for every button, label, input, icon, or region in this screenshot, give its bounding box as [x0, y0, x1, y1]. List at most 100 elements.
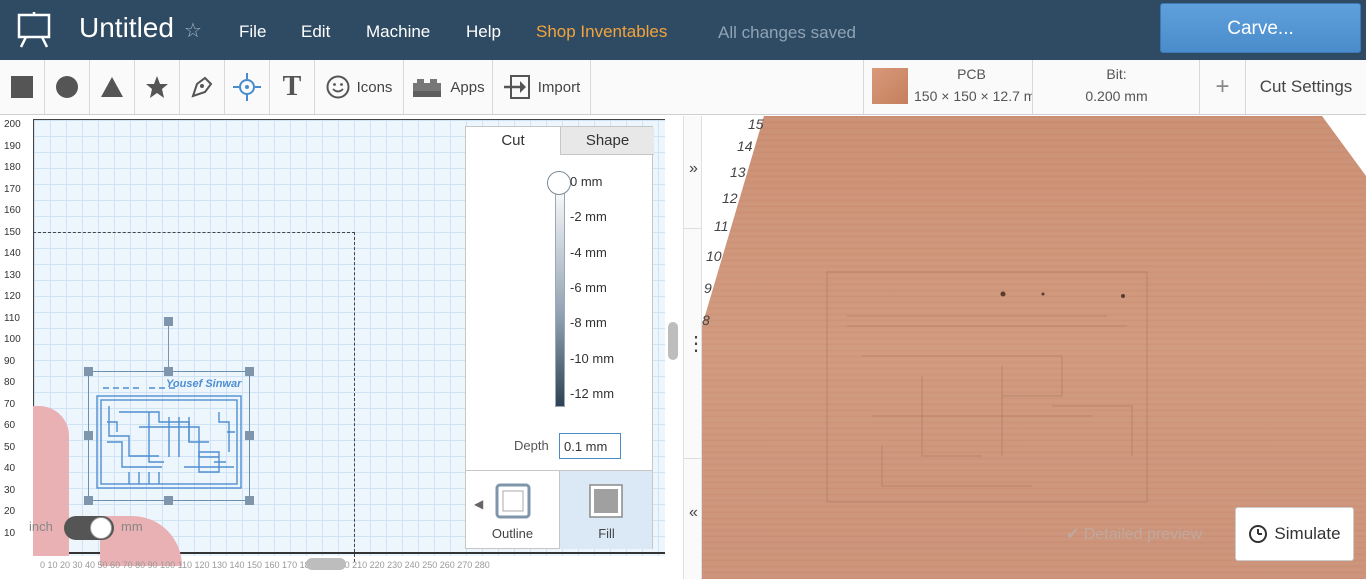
depth-tick: 0 mm: [570, 174, 603, 189]
outline-label: Outline: [491, 526, 534, 541]
ruler-tick: 180: [4, 162, 21, 173]
ruler-tick: 110: [4, 313, 20, 324]
ruler-tick: 100: [4, 334, 21, 345]
ruler-tick: 150: [4, 227, 21, 238]
square-tool[interactable]: [0, 60, 45, 114]
smiley-icon: [326, 75, 350, 99]
pcb-text-label: Yousef Sinwar: [166, 378, 242, 390]
unit-toggle[interactable]: [64, 516, 114, 540]
shape-toolbar: T Icons Apps Import PCB 150 × 150 × 12.7…: [0, 60, 1366, 115]
simulate-button[interactable]: Simulate: [1235, 507, 1354, 561]
resize-handle-s[interactable]: [164, 496, 173, 505]
collapse-preview-icon[interactable]: «: [686, 504, 701, 522]
ruler-tick: 70: [4, 399, 16, 410]
depth-tick: -10 mm: [570, 351, 615, 366]
resize-handle-n[interactable]: [164, 367, 173, 376]
detailed-preview-toggle[interactable]: ✔ Detailed preview: [1066, 524, 1202, 544]
preview-ruler-number: 13: [730, 164, 746, 180]
outline-mode-button[interactable]: Outline: [466, 471, 559, 549]
favorite-star-icon[interactable]: ☆: [184, 18, 202, 43]
pen-icon: [191, 76, 213, 98]
import-tool[interactable]: Import: [493, 60, 591, 114]
circle-tool[interactable]: [45, 60, 90, 114]
menu-help[interactable]: Help: [466, 22, 501, 42]
material-swatch: [872, 68, 908, 104]
icons-tool[interactable]: Icons: [315, 60, 404, 114]
ruler-tick: 80: [4, 377, 16, 388]
expand-preview-icon[interactable]: »: [686, 160, 701, 178]
circle-icon: [56, 76, 78, 98]
depth-input[interactable]: [559, 433, 621, 459]
shop-inventables-link[interactable]: Shop Inventables: [536, 22, 667, 42]
resize-handle-se[interactable]: [245, 496, 254, 505]
divider-line: [684, 228, 701, 229]
preview-ruler-number: 11: [714, 218, 729, 234]
easel-logo-icon[interactable]: [16, 12, 52, 48]
depth-tick: -6 mm: [570, 280, 607, 295]
cut-panel: Cut Shape 0 mm -2 mm -4 mm -6 mm -8 mm -…: [465, 126, 654, 549]
resize-handle-nw[interactable]: [84, 367, 93, 376]
material-name: PCB: [957, 66, 986, 82]
pen-tool[interactable]: [180, 60, 225, 114]
ruler-tick: 20: [4, 506, 16, 517]
menu-file[interactable]: File: [239, 22, 266, 42]
rotation-stem: [168, 322, 169, 372]
depth-tick: -4 mm: [570, 245, 607, 260]
point-tool[interactable]: [225, 60, 270, 114]
depth-slider-track[interactable]: [555, 182, 565, 407]
apps-tool[interactable]: Apps: [404, 60, 493, 114]
outline-icon: [495, 483, 530, 519]
ruler-tick: 130: [4, 270, 21, 281]
apps-tool-label: Apps: [450, 78, 485, 96]
lego-brick-icon: [413, 79, 442, 97]
material-selector[interactable]: PCB 150 × 150 × 12.7 mm: [863, 60, 1033, 114]
simulate-label: Simulate: [1274, 524, 1341, 543]
divider-line: [684, 458, 701, 459]
resize-handle-ne[interactable]: [245, 367, 254, 376]
fill-mode-button[interactable]: Fill: [559, 471, 652, 549]
clock-icon: [1249, 525, 1268, 543]
preview-ruler-number: 8: [702, 312, 710, 328]
resize-handle-e[interactable]: [245, 431, 254, 440]
design-canvas[interactable]: 200 190 180 170 160 150 140 130 120 110 …: [0, 116, 683, 579]
carve-button[interactable]: Carve...: [1160, 3, 1361, 53]
preview-ruler-number: 9: [704, 280, 712, 296]
project-title[interactable]: Untitled: [79, 12, 174, 44]
depth-slider-handle[interactable]: [547, 171, 571, 195]
preview-ruler-number: 14: [737, 138, 753, 154]
resize-handle-sw[interactable]: [84, 496, 93, 505]
crosshair-icon: [233, 73, 261, 101]
import-icon: [503, 75, 530, 99]
star-icon: [146, 76, 168, 98]
save-status: All changes saved: [718, 23, 856, 42]
toggle-knob[interactable]: [90, 517, 112, 539]
bit-selector[interactable]: Bit: 0.200 mm: [1033, 60, 1200, 114]
panel-divider[interactable]: » ⋮ «: [683, 116, 706, 579]
rotate-handle[interactable]: [164, 317, 173, 326]
resize-handle-w[interactable]: [84, 431, 93, 440]
drag-handle-icon[interactable]: ⋮: [686, 331, 706, 356]
menu-edit[interactable]: Edit: [301, 22, 330, 42]
tab-cut[interactable]: Cut: [466, 127, 560, 155]
menu-machine[interactable]: Machine: [366, 22, 430, 42]
depth-label: Depth: [514, 438, 549, 453]
fill-icon: [589, 484, 623, 518]
top-bar: Untitled ☆ File Edit Machine Help Shop I…: [0, 0, 1366, 60]
ruler-tick: 40: [4, 463, 16, 474]
horizontal-scrollbar[interactable]: [306, 558, 346, 570]
vertical-scrollbar[interactable]: [668, 322, 678, 360]
pcb-design-selection[interactable]: [88, 371, 250, 501]
vertical-ruler: 200 190 180 170 160 150 140 130 120 110 …: [0, 116, 33, 556]
ruler-tick: 200: [4, 119, 21, 130]
depth-tick: -12 mm: [570, 386, 615, 401]
cut-settings-button[interactable]: Cut Settings: [1246, 60, 1366, 114]
ruler-tick: 30: [4, 485, 16, 496]
star-tool[interactable]: [135, 60, 180, 114]
add-bit-button[interactable]: +: [1200, 60, 1246, 114]
triangle-tool[interactable]: [90, 60, 135, 114]
pcb-traces-graphic: [96, 387, 242, 489]
ruler-tick: 170: [4, 184, 21, 195]
tab-shape[interactable]: Shape: [560, 127, 654, 155]
text-tool[interactable]: T: [270, 60, 315, 114]
ruler-tick: 60: [4, 420, 16, 431]
